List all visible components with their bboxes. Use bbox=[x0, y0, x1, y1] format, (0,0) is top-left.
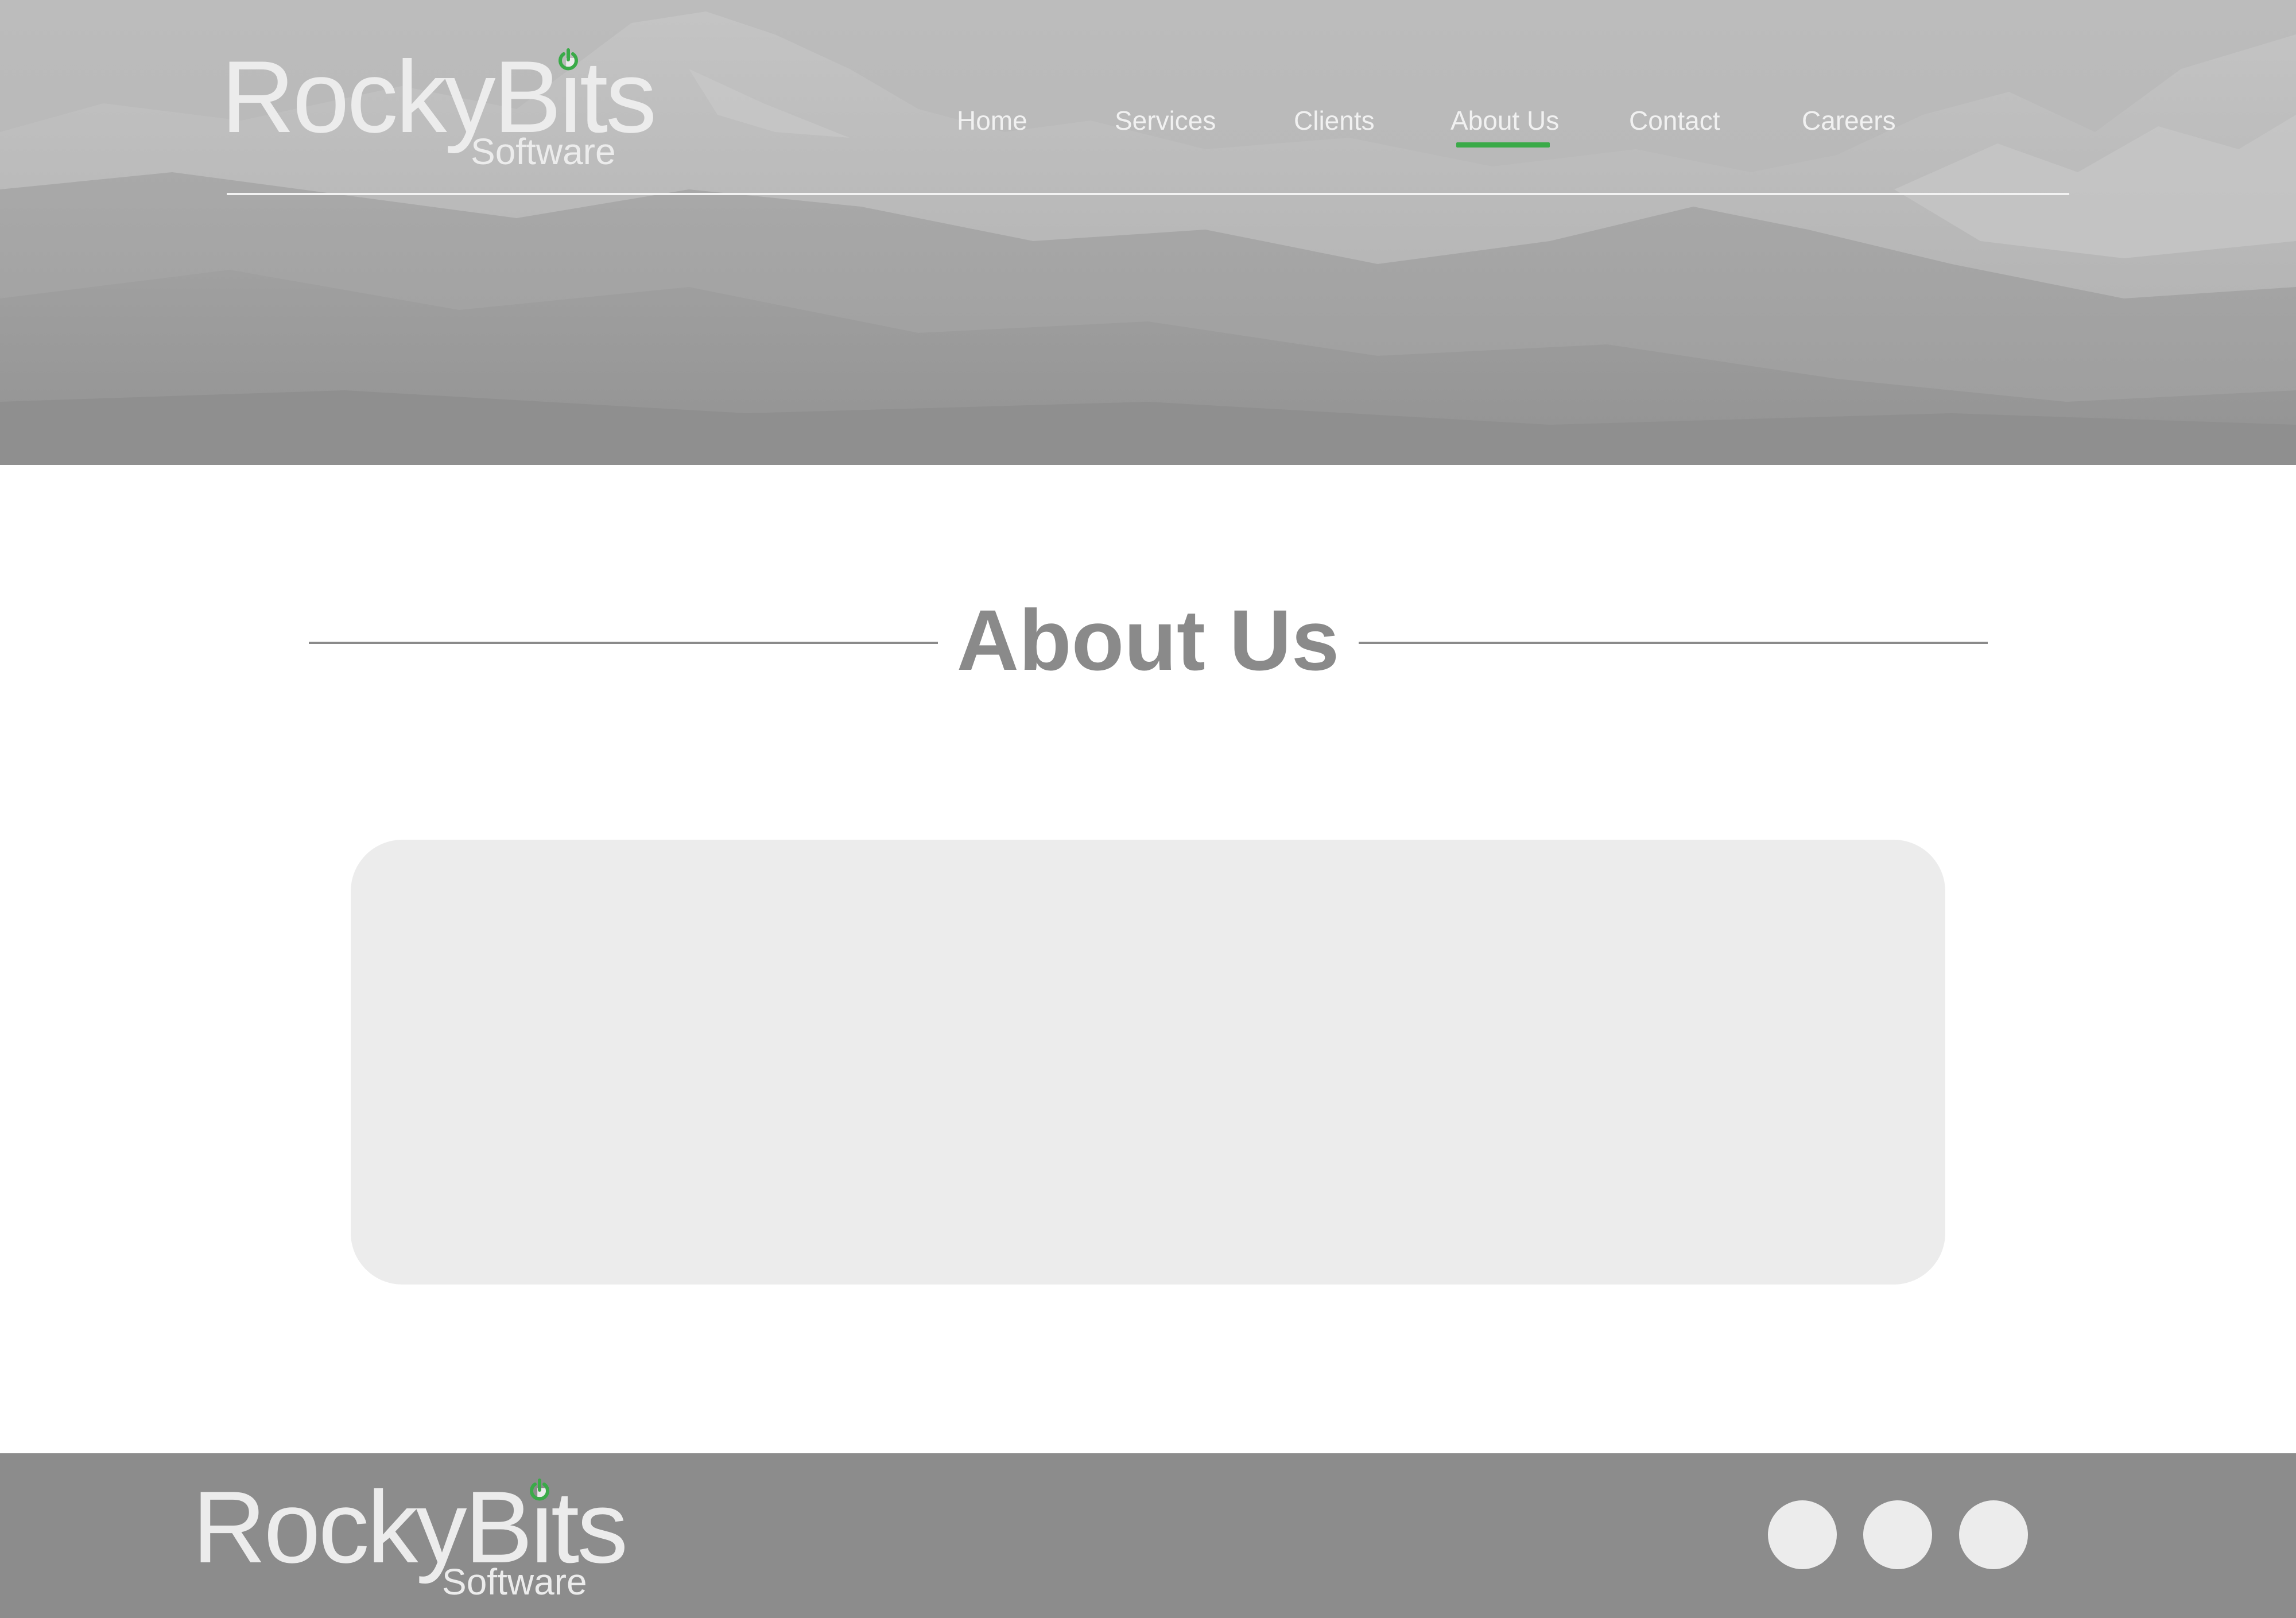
nav-active-indicator bbox=[1456, 142, 1550, 148]
header-divider bbox=[227, 193, 2069, 195]
social-icon-3[interactable] bbox=[1959, 1500, 2028, 1569]
page-title: About Us bbox=[956, 592, 1340, 688]
nav-about-us[interactable]: About Us bbox=[1450, 103, 1559, 138]
social-icon-2[interactable] bbox=[1863, 1500, 1932, 1569]
page: RockyBits Software Home Services Clients… bbox=[0, 0, 2296, 1618]
main-nav: Home Services Clients About Us Contact C… bbox=[0, 0, 2296, 172]
nav-contact[interactable]: Contact bbox=[1629, 103, 1720, 138]
nav-services[interactable]: Services bbox=[1115, 103, 1216, 138]
nav-careers[interactable]: Careers bbox=[1802, 103, 1896, 138]
power-icon bbox=[530, 1479, 549, 1501]
nav-clients[interactable]: Clients bbox=[1294, 103, 1375, 138]
footer-logo-sub-text: Software bbox=[442, 1561, 587, 1603]
content-panel bbox=[351, 840, 1945, 1285]
hero-header: RockyBits Software Home Services Clients… bbox=[0, 0, 2296, 465]
footer: RockyBits Software bbox=[0, 1453, 2296, 1618]
title-rule-right bbox=[1359, 642, 1988, 644]
title-rule-left bbox=[309, 642, 938, 644]
footer-logo[interactable]: RockyBits Software bbox=[192, 1476, 640, 1608]
nav-home[interactable]: Home bbox=[957, 103, 1027, 138]
social-icon-1[interactable] bbox=[1768, 1500, 1837, 1569]
